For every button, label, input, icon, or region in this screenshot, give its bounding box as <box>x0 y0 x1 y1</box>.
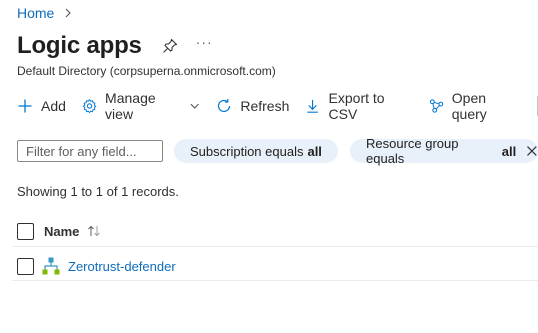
query-icon <box>429 99 443 113</box>
sort-icon[interactable] <box>87 225 101 237</box>
resource-group-filter-pill[interactable]: Resource group equals all <box>350 136 538 166</box>
name-column-header[interactable]: Name <box>44 224 79 239</box>
resource-group-filter-label: Resource group equals <box>366 136 459 166</box>
records-count: Showing 1 to 1 of 1 records. <box>17 184 179 199</box>
subscription-filter-pill[interactable]: Subscription equals all <box>174 139 338 163</box>
add-button-label: Add <box>41 98 66 114</box>
chevron-right-icon <box>65 8 72 18</box>
table-header: Name <box>17 219 101 243</box>
filter-input[interactable] <box>17 140 163 162</box>
manage-view-label: Manage view <box>105 90 156 122</box>
open-query-button[interactable]: Open query <box>429 90 521 122</box>
subscription-filter-label: Subscription equals <box>190 143 304 159</box>
refresh-icon <box>218 99 231 113</box>
plus-icon <box>18 99 32 113</box>
refresh-label: Refresh <box>240 98 290 114</box>
more-options-button[interactable]: ··· <box>196 34 213 50</box>
row-checkbox[interactable] <box>17 257 34 275</box>
pin-icon[interactable] <box>162 38 178 54</box>
breadcrumb: Home <box>17 5 74 21</box>
logic-app-link[interactable]: Zerotrust-defender <box>68 259 176 274</box>
row-divider <box>12 246 538 247</box>
export-csv-label: Export to CSV <box>328 90 385 122</box>
table-row: Zerotrust-defender <box>17 254 176 278</box>
command-toolbar: Add Manage view Refresh Export to CSV Op <box>17 90 538 122</box>
export-csv-button[interactable]: Export to CSV <box>305 90 412 122</box>
select-all-checkbox[interactable] <box>17 222 34 240</box>
logic-app-icon <box>42 257 60 275</box>
close-icon[interactable] <box>526 145 538 157</box>
manage-view-button[interactable]: Manage view <box>82 90 200 122</box>
title-row: Logic apps ··· <box>17 32 213 60</box>
download-icon <box>307 99 319 113</box>
page-subtitle: Default Directory (corpsuperna.onmicroso… <box>17 64 276 78</box>
subscription-filter-value: all <box>307 143 322 159</box>
page-title: Logic apps <box>17 32 142 59</box>
breadcrumb-home-link[interactable]: Home <box>17 5 54 21</box>
open-query-label: Open query <box>451 90 487 122</box>
row-divider <box>12 280 538 281</box>
chevron-down-icon <box>190 103 199 109</box>
gear-icon <box>82 99 97 114</box>
refresh-button[interactable]: Refresh <box>216 98 289 114</box>
add-button[interactable]: Add <box>17 98 66 114</box>
resource-group-filter-value: all <box>501 143 517 159</box>
